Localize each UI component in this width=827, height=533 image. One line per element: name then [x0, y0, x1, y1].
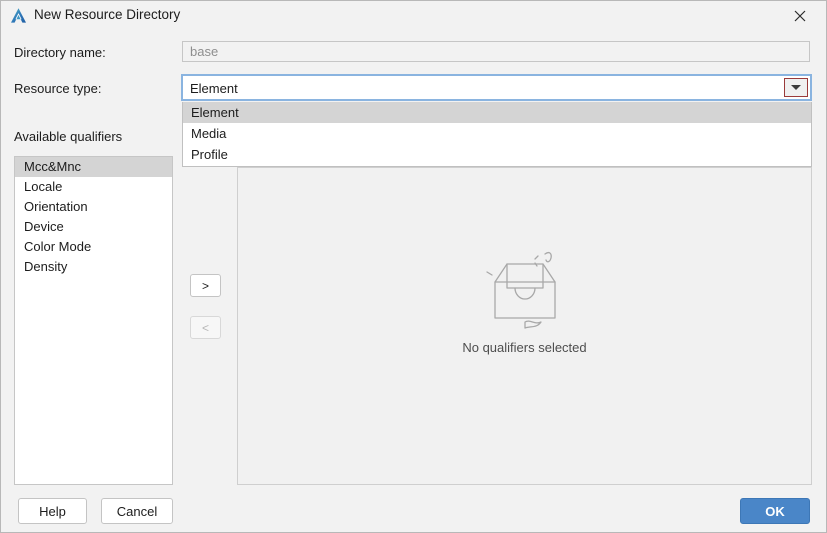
caret-glyph	[791, 85, 801, 90]
empty-state-text: No qualifiers selected	[462, 340, 587, 355]
remove-qualifier-button[interactable]: <	[190, 316, 221, 339]
qualifier-item-color-mode[interactable]: Color Mode	[15, 237, 172, 257]
dropdown-option-profile[interactable]: Profile	[183, 144, 811, 165]
directory-name-value: base	[190, 44, 219, 59]
empty-box-icon	[477, 246, 573, 332]
empty-state: No qualifiers selected	[238, 246, 811, 355]
help-button[interactable]: Help	[18, 498, 87, 524]
resource-type-value: Element	[190, 81, 238, 96]
selected-qualifiers-panel: No qualifiers selected	[237, 167, 812, 485]
close-icon[interactable]	[778, 1, 822, 31]
qualifier-item-orientation[interactable]: Orientation	[15, 197, 172, 217]
deveco-logo-icon	[10, 7, 27, 24]
qualifier-item-device[interactable]: Device	[15, 217, 172, 237]
dropdown-option-media[interactable]: Media	[183, 123, 811, 144]
qualifier-item-density[interactable]: Density	[15, 257, 172, 277]
chevron-down-icon[interactable]	[784, 78, 808, 97]
ok-button[interactable]: OK	[740, 498, 810, 524]
add-qualifier-button[interactable]: >	[190, 274, 221, 297]
resource-type-dropdown-popup[interactable]: Element Media Profile	[182, 102, 812, 167]
cancel-button[interactable]: Cancel	[101, 498, 173, 524]
available-qualifiers-label: Available qualifiers	[14, 129, 123, 144]
footer-separator	[1, 491, 826, 492]
directory-name-label: Directory name:	[14, 45, 106, 60]
qualifier-item-locale[interactable]: Locale	[15, 177, 172, 197]
resource-type-combobox[interactable]: Element	[181, 74, 812, 101]
available-qualifiers-list[interactable]: Mcc&Mnc Locale Orientation Device Color …	[14, 156, 173, 485]
qualifier-item-mcc-mnc[interactable]: Mcc&Mnc	[15, 157, 172, 177]
title-bar: New Resource Directory	[1, 1, 826, 31]
resource-type-label: Resource type:	[14, 81, 102, 96]
new-resource-directory-dialog: New Resource Directory Directory name: b…	[0, 0, 827, 533]
directory-name-input[interactable]: base	[182, 41, 810, 62]
dialog-title: New Resource Directory	[34, 7, 181, 22]
dropdown-option-element[interactable]: Element	[183, 102, 811, 123]
